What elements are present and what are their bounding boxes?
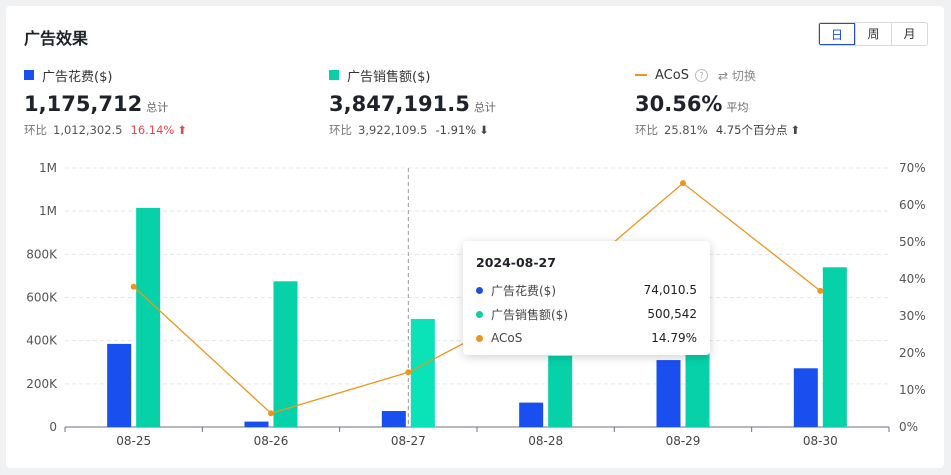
ad-spend-dot	[476, 286, 483, 294]
tooltip-row-value: 74,010.5	[643, 283, 697, 297]
y-right-tick-label: 60%	[899, 198, 926, 212]
tooltip-row-ad-spend: 广告花费($) 74,010.5	[476, 278, 697, 302]
acos-point	[268, 410, 274, 417]
y-left-tick-label: 400K	[26, 334, 58, 348]
y-right-tick-label: 10%	[899, 383, 926, 397]
tooltip-date: 2024-08-27	[476, 255, 556, 270]
y-right-tick-label: 50%	[899, 235, 926, 249]
bar-ad-sales	[273, 281, 298, 427]
ad-sales-dot	[476, 310, 483, 318]
acos-point	[817, 287, 824, 294]
x-tick-label: 08-26	[254, 434, 289, 448]
acos-point	[680, 180, 686, 187]
y-left-tick-label: 0	[49, 420, 57, 434]
y-left-tick-label: 600K	[26, 291, 58, 305]
bar-ad-spend	[519, 402, 544, 427]
ad-effect-chart[interactable]: 0 200K 400K 600K 800K 1M 1M 0% 10% 20% 30% 40% 50% 60…	[0, 0, 951, 475]
y-right-tick-label: 0%	[899, 420, 918, 434]
bar-ad-spend	[107, 343, 132, 427]
bar-ad-spend	[793, 368, 818, 427]
x-tick-label: 08-27	[391, 434, 426, 448]
y-right-tick-label: 20%	[899, 346, 926, 360]
y-left-tick-label: 800K	[26, 247, 58, 261]
tooltip-row-name: 广告销售额($)	[491, 307, 568, 322]
tooltip-row-name: 广告花费($)	[491, 283, 556, 298]
y-right-tick-label: 70%	[899, 161, 926, 175]
y-right-tick-label: 40%	[899, 272, 926, 286]
y-left-tick-label: 200K	[26, 377, 58, 391]
tooltip-row-name: ACoS	[491, 331, 523, 345]
y-left-tick-label: 1M	[39, 161, 57, 175]
y-left-tick-label: 1M	[39, 204, 57, 218]
acos-point	[130, 283, 137, 290]
acos-dot	[476, 334, 483, 342]
tooltip-row-acos: ACoS 14.79%	[476, 326, 697, 350]
bar-ad-sales	[548, 355, 573, 427]
x-tick-label: 08-29	[666, 434, 701, 448]
tooltip-row-value: 500,542	[647, 307, 697, 321]
bar-ad-sales	[822, 267, 847, 427]
bar-ad-sales	[410, 318, 435, 427]
y-right-tick-label: 30%	[899, 309, 926, 323]
acos-point	[405, 369, 412, 376]
chart-tooltip: 2024-08-27 广告花费($) 74,010.5 广告销售额($) 500…	[463, 241, 710, 355]
bar-ad-spend	[244, 421, 269, 427]
x-tick-label: 08-28	[528, 434, 563, 448]
tooltip-row-value: 14.79%	[651, 331, 697, 345]
bar-ad-spend	[656, 360, 681, 427]
bar-ad-sales	[136, 207, 161, 427]
bar-ad-spend	[381, 411, 406, 427]
tooltip-row-ad-sales: 广告销售额($) 500,542	[476, 302, 697, 326]
x-tick-label: 08-25	[116, 434, 151, 448]
x-tick-label: 08-30	[803, 434, 838, 448]
